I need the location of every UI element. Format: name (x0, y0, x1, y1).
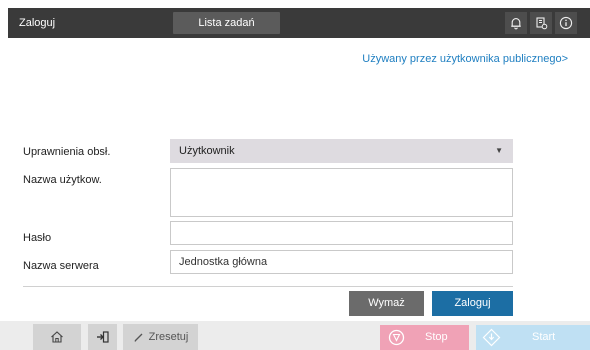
reset-label: Zresetuj (148, 331, 189, 343)
username-label: Nazwa użytkow. (23, 174, 102, 186)
info-icon[interactable] (555, 12, 577, 34)
home-button[interactable] (33, 324, 81, 350)
start-button[interactable]: Start (476, 325, 590, 350)
logout-icon (96, 331, 109, 343)
public-user-link[interactable]: Używany przez użytkownika publicznego> (362, 53, 568, 65)
stop-button[interactable]: Stop (380, 325, 469, 350)
dropdown-arrow-icon: ▼ (495, 146, 503, 155)
stop-icon (388, 329, 405, 350)
home-icon (51, 331, 63, 343)
username-field[interactable] (170, 168, 513, 217)
device-status-icon[interactable] (530, 12, 552, 34)
job-list-tab[interactable]: Lista zadań (173, 12, 280, 34)
server-label: Nazwa serwera (23, 260, 99, 272)
start-icon (482, 328, 501, 350)
permission-label: Uprawnienia obsł. (23, 146, 111, 158)
stop-label: Stop (425, 331, 448, 343)
divider (23, 286, 513, 287)
server-field[interactable]: Jednostka główna (170, 250, 513, 274)
pencil-icon (134, 333, 143, 342)
clear-button[interactable]: Wymaż (349, 291, 424, 316)
password-field[interactable] (170, 221, 513, 245)
password-label: Hasło (23, 232, 52, 244)
top-bar: Zaloguj Lista zadań (8, 8, 590, 38)
screen-title: Zaloguj (19, 17, 56, 29)
permission-select[interactable]: Użytkownik ▼ (170, 139, 513, 163)
login-button[interactable]: Zaloguj (432, 291, 513, 316)
permission-value: Użytkownik (179, 145, 235, 157)
access-button[interactable] (88, 324, 117, 350)
bell-icon[interactable] (505, 12, 527, 34)
reset-button[interactable]: Zresetuj (123, 324, 198, 350)
start-label: Start (532, 331, 556, 343)
